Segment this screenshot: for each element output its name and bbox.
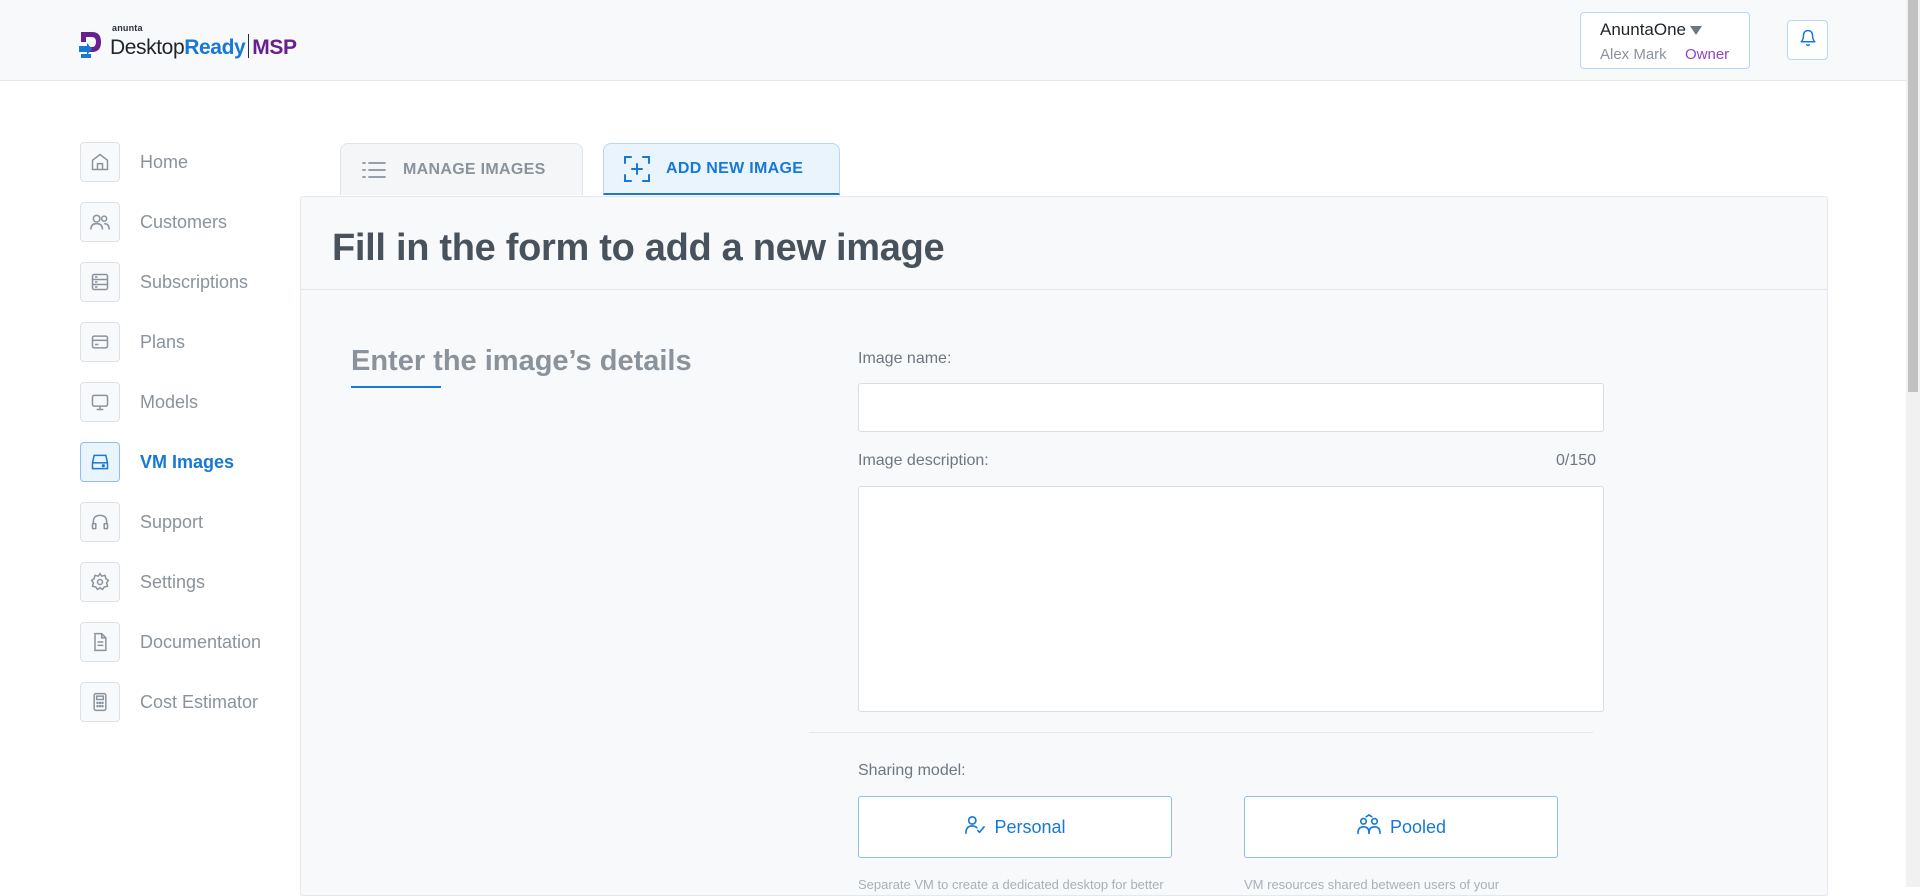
description-counter: 0/150 xyxy=(1556,452,1597,469)
sidebar-item-label: Cost Estimator xyxy=(140,692,259,712)
tab-manage-images[interactable]: MANAGE IMAGES xyxy=(340,143,583,195)
panel-header: Fill in the form to add a new image xyxy=(301,197,1827,290)
server-icon xyxy=(80,262,120,302)
logo-desktop: Desktop xyxy=(110,36,185,59)
sidebar-item-label: Customers xyxy=(140,212,228,232)
drive-icon xyxy=(80,442,120,482)
page-title: Fill in the form to add a new image xyxy=(332,227,945,269)
sidebar-item-label: Home xyxy=(140,152,189,172)
users-icon xyxy=(80,202,120,242)
account-name-row: AnuntaOne xyxy=(1600,20,1703,40)
top-header: anunta DesktopReady MSP AnuntaOne Alex Ma… xyxy=(0,0,1906,81)
account-role: Owner xyxy=(1685,46,1730,63)
image-description-textarea[interactable] xyxy=(858,486,1604,712)
monitor-icon xyxy=(80,382,120,422)
tab-add-new-image-label: ADD NEW IMAGE xyxy=(666,159,804,177)
card-icon xyxy=(80,322,120,362)
sidebar-item-label: Settings xyxy=(140,572,206,592)
sidebar-item-support[interactable]: Support xyxy=(80,502,300,562)
sidebar-item-home[interactable]: Home xyxy=(80,142,300,202)
tab-manage-images-label: MANAGE IMAGES xyxy=(403,160,546,178)
logo-wordmark: DesktopReady MSP xyxy=(110,34,297,60)
sidebar-item-settings[interactable]: Settings xyxy=(80,562,300,622)
pooled-description: VM resources shared between users of you… xyxy=(1244,877,1500,892)
logo-mark-icon xyxy=(78,26,104,60)
sidebar-item-models[interactable]: Models xyxy=(80,382,300,442)
notifications-button[interactable] xyxy=(1787,20,1828,60)
calculator-icon xyxy=(80,682,120,722)
logo-separator xyxy=(248,34,250,58)
sidebar-item-label: Plans xyxy=(140,332,186,352)
sidebar-item-label: Support xyxy=(140,512,204,532)
sharing-pooled-button[interactable]: Pooled xyxy=(1244,796,1558,858)
sidebar-item-documentation[interactable]: Documentation xyxy=(80,622,300,682)
home-icon xyxy=(80,142,120,182)
add-image-icon xyxy=(624,155,650,182)
page-scrollbar-thumb[interactable] xyxy=(1908,0,1918,392)
account-user: Alex Mark xyxy=(1600,46,1667,63)
image-name-input[interactable] xyxy=(858,383,1604,432)
sharing-model-label: Sharing model: xyxy=(858,762,966,779)
sidebar-nav: Home Customers Subscriptions Plans Model… xyxy=(80,142,300,742)
list-icon xyxy=(361,157,387,183)
sharing-personal-button[interactable]: Personal xyxy=(858,796,1172,858)
sidebar-item-label: Subscriptions xyxy=(140,272,249,292)
account-name: AnuntaOne xyxy=(1600,20,1687,39)
sharing-pooled-label: Pooled xyxy=(1389,816,1447,837)
tab-add-new-image[interactable]: ADD NEW IMAGE xyxy=(603,143,840,195)
sidebar-item-vm-images[interactable]: VM Images xyxy=(80,442,300,502)
image-name-label: Image name: xyxy=(858,350,952,367)
caret-down-icon xyxy=(1690,25,1703,35)
image-description-label: Image description: xyxy=(858,452,989,469)
pooled-users-icon xyxy=(1356,813,1382,841)
personal-description: Separate VM to create a dedicated deskto… xyxy=(858,877,1164,892)
sidebar-item-label: Models xyxy=(140,392,199,412)
section-underline xyxy=(351,386,441,388)
gear-icon xyxy=(80,562,120,602)
sidebar-item-label: Documentation xyxy=(140,632,262,652)
document-icon xyxy=(80,622,120,662)
sidebar-item-label: VM Images xyxy=(140,452,235,472)
logo-anunta: anunta xyxy=(112,23,143,33)
sidebar-item-plans[interactable]: Plans xyxy=(80,322,300,382)
form-divider xyxy=(809,732,1593,733)
sidebar-item-subscriptions[interactable]: Subscriptions xyxy=(80,262,300,322)
bell-icon xyxy=(1799,29,1817,52)
logo-msp: MSP xyxy=(252,36,297,59)
sidebar-item-customers[interactable]: Customers xyxy=(80,202,300,262)
section-title: Enter the image’s details xyxy=(351,345,692,377)
sidebar-item-cost-estimator[interactable]: Cost Estimator xyxy=(80,682,300,742)
desktopready-msp-logo[interactable]: anunta DesktopReady MSP xyxy=(78,20,297,60)
logo-ready: Ready xyxy=(184,36,246,59)
account-switcher[interactable]: AnuntaOne Alex Mark Owner xyxy=(1580,12,1750,69)
add-image-panel: Fill in the form to add a new image Ente… xyxy=(300,196,1828,896)
headset-icon xyxy=(80,502,120,542)
sharing-personal-label: Personal xyxy=(994,816,1066,837)
personal-user-icon xyxy=(964,815,986,840)
